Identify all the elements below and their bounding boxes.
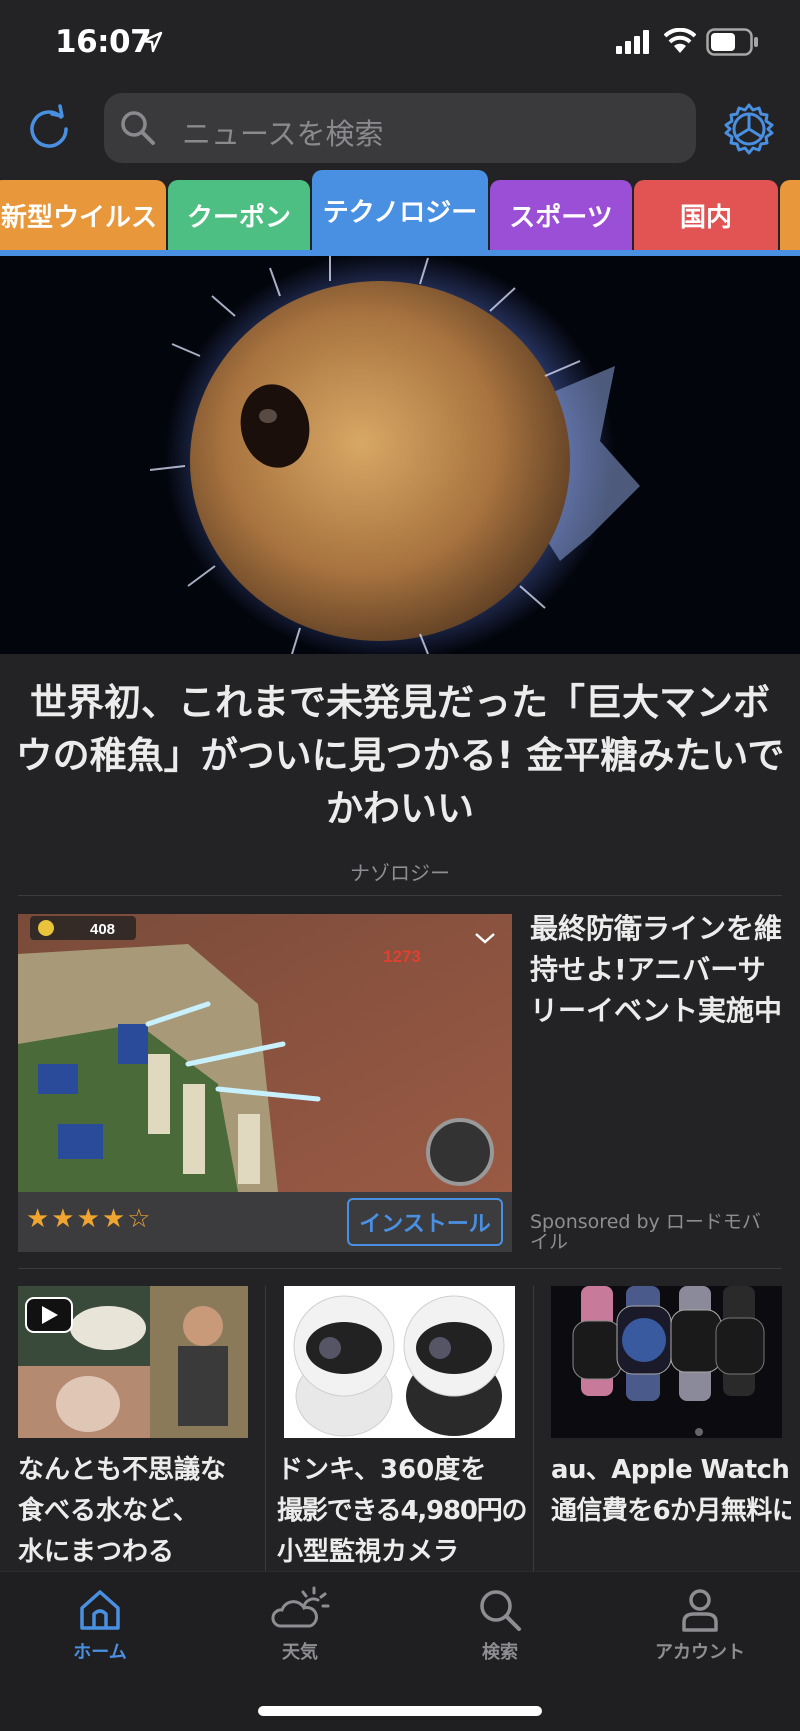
status-time: 16:07 — [55, 24, 152, 60]
tab-domestic[interactable]: 国内 — [634, 180, 778, 250]
tab-sports[interactable]: スポーツ — [490, 180, 632, 250]
category-tabs: 新型ウイルス クーポン テクノロジー スポーツ 国内 — [0, 170, 800, 254]
nav-search-label: 検索 — [482, 1642, 518, 1663]
news-card-title-water[interactable]: なんとも不思議な 食べる水など、 水にまつわる — [18, 1450, 258, 1573]
tab-more[interactable] — [780, 180, 800, 250]
news-card-title-applewatch[interactable]: au、Apple Watch の 通信費を6か月無料に — [551, 1450, 791, 1532]
nav-weather-label: 天気 — [282, 1642, 318, 1663]
tab-coupon[interactable]: クーポン — [168, 180, 310, 250]
nav-weather[interactable]: 天気 — [220, 1586, 380, 1678]
game-cannon-button-icon — [426, 1118, 494, 1186]
ad-rating-stars: ★★★★☆ — [26, 1204, 153, 1234]
home-icon — [80, 1590, 120, 1630]
nav-search[interactable]: 検索 — [420, 1586, 580, 1678]
search-icon — [480, 1590, 521, 1631]
divider — [18, 895, 782, 896]
divider — [18, 1268, 782, 1269]
news-card-image-applewatch[interactable] — [551, 1286, 782, 1438]
tab-technology[interactable]: テクノロジー — [312, 170, 488, 250]
gear-icon — [724, 103, 774, 155]
nav-home[interactable]: ホーム — [20, 1586, 180, 1678]
hero-source: ナゾロジー — [350, 861, 450, 885]
refresh-icon — [30, 104, 68, 148]
ad-action-bar: ★★★★☆ インストール — [18, 1192, 512, 1252]
app-screen: 16:07 ニュースを検索 新型ウイルス クーポン テクノロジー スポーツ 国内… — [0, 0, 800, 1731]
nav-home-label: ホーム — [73, 1642, 127, 1663]
ad-image[interactable]: 408 1273 — [18, 914, 512, 1192]
header: ニュースを検索 — [0, 88, 800, 170]
install-button[interactable]: インストール — [347, 1198, 503, 1246]
hero-headline[interactable]: 世界初、これまで未発見だった「巨大マンボウの稚魚」がついに見つかる! 金平糖みた… — [12, 676, 788, 835]
refresh-button[interactable] — [24, 102, 74, 152]
game-score: 1273 — [383, 947, 421, 966]
account-icon — [682, 1589, 718, 1632]
security-camera-photo — [284, 1286, 515, 1438]
news-card-image-water[interactable] — [18, 1286, 248, 1438]
ad-title[interactable]: 最終防衛ラインを維持せよ!アニバーサリーイベント実施中 — [530, 908, 785, 1031]
cellular-signal-icon — [616, 30, 649, 54]
column-divider — [533, 1286, 534, 1571]
sunfish-larva-photo — [0, 256, 800, 654]
ad-sponsor: Sponsored by ロードモバイル — [530, 1211, 761, 1253]
news-card-image-camera[interactable] — [284, 1286, 515, 1438]
home-indicator — [258, 1706, 542, 1716]
status-bar: 16:07 — [0, 0, 800, 88]
news-card-title-camera[interactable]: ドンキ、360度を 撮影できる4,980円の 小型監視カメラ — [277, 1450, 531, 1573]
coin-count: 408 — [90, 921, 115, 938]
location-arrow-icon — [141, 31, 163, 53]
tab-coronavirus[interactable]: 新型ウイルス — [0, 180, 166, 250]
weather-icon — [271, 1586, 330, 1628]
water-collage-photo — [18, 1286, 248, 1438]
column-divider — [265, 1286, 266, 1571]
search-icon — [121, 111, 155, 145]
hero-image[interactable] — [0, 256, 800, 654]
settings-button[interactable] — [722, 102, 776, 156]
nav-account-label: アカウント — [655, 1642, 745, 1663]
game-screenshot: 408 1273 — [18, 914, 512, 1192]
search-input[interactable]: ニュースを検索 — [104, 93, 696, 163]
nav-account[interactable]: アカウント — [620, 1586, 780, 1678]
apple-watch-photo — [551, 1286, 782, 1438]
battery-icon — [706, 28, 758, 56]
search-placeholder: ニュースを検索 — [182, 117, 384, 151]
wifi-icon — [664, 28, 696, 53]
